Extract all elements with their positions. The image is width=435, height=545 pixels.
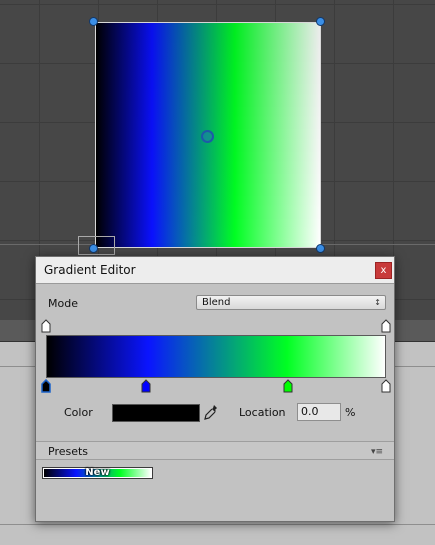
color-label: Color <box>64 406 93 419</box>
color-key-marker-selected[interactable] <box>41 379 51 393</box>
rect-handle-bottom-right[interactable] <box>316 244 325 253</box>
mode-selected-value: Blend <box>202 297 231 308</box>
color-field[interactable] <box>112 404 200 422</box>
pivot-handle[interactable] <box>201 130 214 143</box>
location-input[interactable]: 0.0 <box>297 403 341 421</box>
alpha-key-marker[interactable] <box>381 319 391 333</box>
location-label: Location <box>239 406 286 419</box>
scene-camera-rect <box>78 236 115 255</box>
percent-unit: % <box>345 406 356 419</box>
preset-swatch[interactable]: New <box>42 467 153 479</box>
close-button[interactable]: x <box>375 262 392 279</box>
mode-label: Mode <box>48 297 78 310</box>
title-bar[interactable]: Gradient Editor x <box>36 257 394 284</box>
alpha-key-marker[interactable] <box>41 319 51 333</box>
gradient-preview[interactable] <box>46 335 386 378</box>
rect-handle-top-right[interactable] <box>316 17 325 26</box>
presets-header[interactable]: Presets ▾≡ <box>36 441 394 460</box>
presets-menu-icon[interactable]: ▾≡ <box>371 447 383 457</box>
divider <box>0 524 435 525</box>
preset-name: New <box>85 467 110 478</box>
color-key-marker[interactable] <box>381 379 391 393</box>
color-key-marker[interactable] <box>283 379 293 393</box>
window-title: Gradient Editor <box>44 263 136 277</box>
dropdown-arrow-icon: ↕ <box>374 298 381 307</box>
gradient-editor-window: Gradient Editor x Mode Blend ↕ Color Loc… <box>35 256 395 522</box>
rect-handle-top-left[interactable] <box>89 17 98 26</box>
eyedropper-icon[interactable] <box>203 403 219 421</box>
mode-dropdown[interactable]: Blend ↕ <box>196 295 386 310</box>
color-key-marker[interactable] <box>141 379 151 393</box>
presets-label: Presets <box>48 445 89 458</box>
